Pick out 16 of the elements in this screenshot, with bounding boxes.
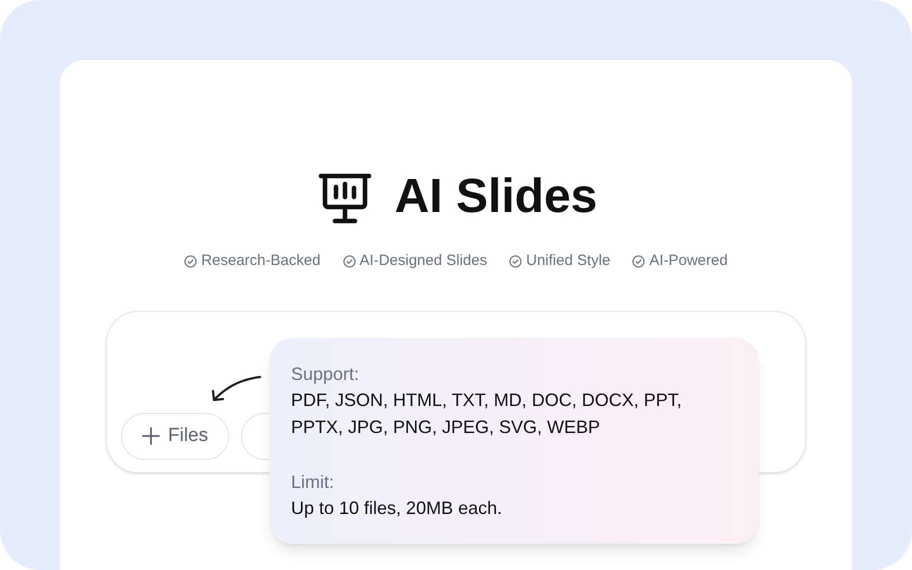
tooltip-heading: Support:: [291, 362, 360, 386]
feature-label: AI-Designed Slides: [360, 251, 488, 271]
feature-label: Research-Backed: [201, 251, 321, 271]
tooltip-text: PDF, JSON, HTML, TXT, MD, DOC, DOCX, PPT, PPTX, JPG, PNG, JPEG, SVG, WEBP: [291, 388, 683, 438]
check-circle-icon: [184, 254, 198, 268]
feature-label: AI-Powered: [649, 251, 728, 271]
check-circle-icon: [342, 254, 356, 268]
plus-icon: [142, 427, 160, 445]
page-title: AI Slides: [394, 173, 598, 221]
tooltip-heading: Limit:: [291, 470, 336, 494]
tooltip-text: Up to 10 files, 20MB each.: [291, 496, 504, 520]
feature-label: Unified Style: [526, 251, 610, 271]
check-circle-icon: [632, 254, 646, 268]
check-circle-icon: [509, 254, 522, 268]
files-button[interactable]: Files: [121, 412, 230, 460]
curved-arrow-icon: [209, 374, 263, 404]
